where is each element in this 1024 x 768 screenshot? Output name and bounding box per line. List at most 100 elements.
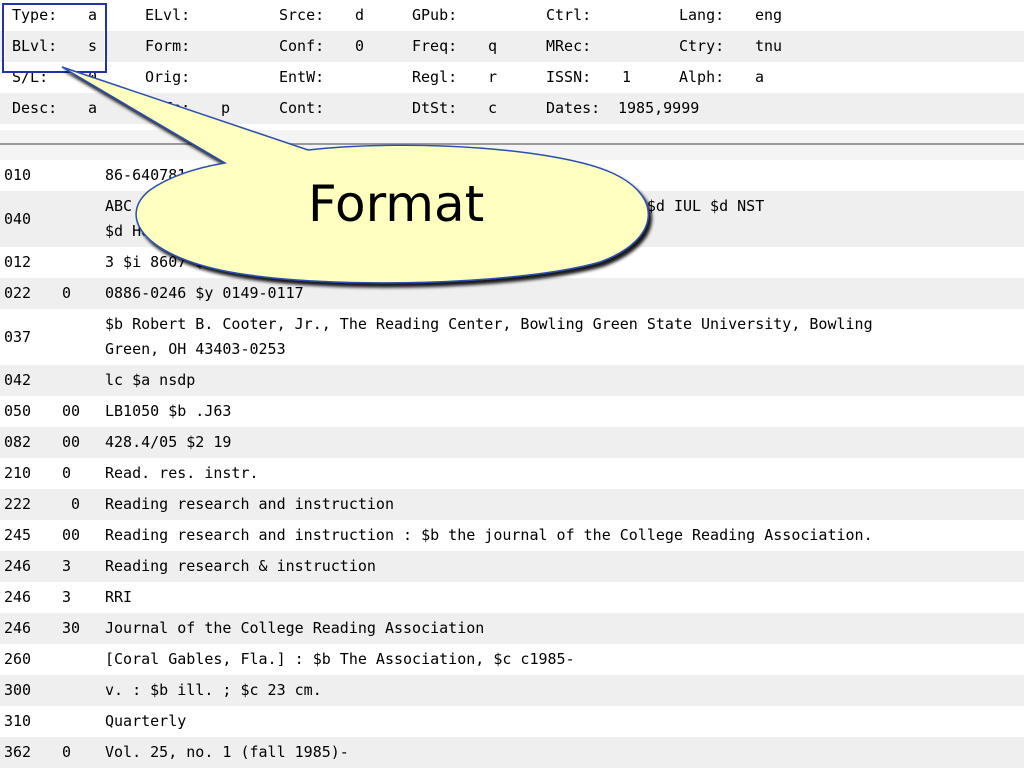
field-indicators[interactable]: 00	[62, 520, 80, 551]
fixed-field-row: BLvl: s Form: Conf: 0 Freq: q MRec: Ctry: tnu	[0, 31, 1024, 62]
field-tag: 222	[4, 495, 32, 513]
field-tag: 010	[4, 166, 32, 184]
fixed-field-label: Dates:	[546, 99, 601, 117]
field-tag: 246	[4, 619, 32, 637]
variable-field-row[interactable]: 222 0 Reading research and instruction	[0, 489, 1024, 520]
fixed-field-value[interactable]: tnu	[755, 31, 782, 62]
fixed-field-label: Orig:	[145, 68, 191, 86]
field-data[interactable]: $b Robert B. Cooter, Jr., The Reading Ce…	[105, 309, 1024, 362]
fixed-field-label: Regl:	[412, 68, 458, 86]
fixed-field-label: Alph:	[679, 68, 725, 86]
fixed-field-value[interactable]: q	[488, 31, 497, 62]
field-data[interactable]: Quarterly	[105, 706, 1024, 737]
variable-field-row[interactable]: 042 lc $a nsdp	[0, 365, 1024, 396]
fixed-field-value[interactable]: p	[221, 93, 230, 124]
field-data[interactable]: Reading research & instruction	[105, 551, 1024, 582]
variable-field-row[interactable]: 082 00 428.4/05 $2 19	[0, 427, 1024, 458]
fixed-field-label: Ctrl:	[546, 6, 592, 24]
fixed-field-label: SrTp:	[145, 99, 191, 117]
field-tag: 037	[4, 328, 32, 346]
fixed-field-label: MRec:	[546, 37, 592, 55]
type-blvl-highlight-box	[2, 3, 107, 73]
field-data[interactable]: 428.4/05 $2 19	[105, 427, 1024, 458]
fixed-field-label: Srce:	[279, 6, 325, 24]
fixed-field-label: GPub:	[412, 6, 458, 24]
field-indicators[interactable]: 3	[62, 582, 80, 613]
field-tag: 246	[4, 588, 32, 606]
field-data[interactable]: RRI	[105, 582, 1024, 613]
variable-field-row[interactable]: 246 3 Reading research & instruction	[0, 551, 1024, 582]
fixed-field-label: Ctry:	[679, 37, 725, 55]
field-data[interactable]: Read. res. instr.	[105, 458, 1024, 489]
variable-field-row[interactable]: 010 86-640781 $z sn 84-1234	[0, 160, 1024, 191]
field-tag: 012	[4, 253, 32, 271]
field-tag: 260	[4, 650, 32, 668]
field-indicators[interactable]: 00	[62, 396, 80, 427]
field-data[interactable]: v. : $b ill. ; $c 23 cm.	[105, 675, 1024, 706]
variable-field-row[interactable]: 260 [Coral Gables, Fla.] : $b The Associa…	[0, 644, 1024, 675]
variable-field-row[interactable]: 246 30 Journal of the College Reading Asso…	[0, 613, 1024, 644]
fixed-field-area: Type: a ELvl: Srce: d GPub: Ctrl: Lang: eng BLvl:…	[0, 0, 1024, 124]
field-data[interactable]: 3 $i 8607 $k 1 $l 1	[105, 247, 1024, 278]
fixed-field-separator-band	[0, 130, 1024, 160]
field-indicators[interactable]: 0	[62, 458, 80, 489]
field-indicators[interactable]: 30	[62, 613, 80, 644]
variable-field-row[interactable]: 245 00 Reading research and instruction : …	[0, 520, 1024, 551]
fixed-field-value[interactable]: 0	[355, 31, 364, 62]
fixed-field-row: S/L: 0 Orig: EntW: Regl: r ISSN: 1 Alph: a	[0, 62, 1024, 93]
variable-field-row[interactable]: 246 3 RRI	[0, 582, 1024, 613]
callout-label: Format	[308, 175, 485, 233]
fixed-field-label: Lang:	[679, 6, 725, 24]
fixed-field-row: Type: a ELvl: Srce: d GPub: Ctrl: Lang: eng	[0, 0, 1024, 31]
variable-field-row[interactable]: 022 0 0886-0246 $y 0149-0117	[0, 278, 1024, 309]
variable-field-row[interactable]: 362 0 Vol. 25, no. 1 (fall 1985)-	[0, 737, 1024, 768]
fixed-field-value[interactable]: a	[88, 93, 97, 124]
fixed-field-label: Conf:	[279, 37, 325, 55]
fixed-field-label: DtSt:	[412, 99, 458, 117]
field-tag: 310	[4, 712, 32, 730]
field-data[interactable]: 0886-0246 $y 0149-0117	[105, 278, 1024, 309]
variable-field-row[interactable]: 040 ABC $c ABC $d NSD $d DLC $d NST $d NS…	[0, 191, 1024, 247]
fixed-field-value[interactable]: d	[355, 0, 364, 31]
fixed-field-label: Desc:	[12, 99, 58, 117]
fixed-field-value[interactable]: eng	[755, 0, 782, 31]
field-indicators[interactable]: 0	[62, 278, 80, 309]
variable-field-row[interactable]: 210 0 Read. res. instr.	[0, 458, 1024, 489]
field-indicators[interactable]: 0	[62, 737, 80, 768]
fixed-field-label: Form:	[145, 37, 191, 55]
field-data[interactable]: Reading research and instruction	[105, 489, 1024, 520]
variable-field-row[interactable]: 012 3 $i 8607 $k 1 $l 1	[0, 247, 1024, 278]
fixed-field-value[interactable]: 1	[622, 62, 631, 93]
field-data[interactable]: lc $a nsdp	[105, 365, 1024, 396]
field-indicators[interactable]: 3	[62, 551, 80, 582]
field-data[interactable]: LB1050 $b .J63	[105, 396, 1024, 427]
field-tag: 300	[4, 681, 32, 699]
fixed-field-value[interactable]: a	[755, 62, 764, 93]
fixed-field-row: Desc: a SrTp: p Cont: DtSt: c Dates: 1985,9999	[0, 93, 1024, 124]
field-tag: 050	[4, 402, 32, 420]
variable-field-row[interactable]: 037 $b Robert B. Cooter, Jr., The Reading…	[0, 309, 1024, 365]
fixed-field-label: ISSN:	[546, 68, 592, 86]
field-indicators[interactable]: 00	[62, 427, 80, 458]
field-data[interactable]: Vol. 25, no. 1 (fall 1985)-	[105, 737, 1024, 768]
field-data[interactable]: Journal of the College Reading Associati…	[105, 613, 1024, 644]
field-data[interactable]: Reading research and instruction : $b th…	[105, 520, 1024, 551]
variable-field-row[interactable]: 050 00 LB1050 $b .J63	[0, 396, 1024, 427]
field-data[interactable]: 86-640781 $z sn 84-1234	[105, 160, 1024, 191]
variable-field-row[interactable]: 310 Quarterly	[0, 706, 1024, 737]
field-indicators[interactable]: 0	[62, 489, 80, 520]
field-data[interactable]: [Coral Gables, Fla.] : $b The Associatio…	[105, 644, 1024, 675]
variable-field-row[interactable]: 300 v. : $b ill. ; $c 23 cm.	[0, 675, 1024, 706]
fixed-field-label: ELvl:	[145, 6, 191, 24]
field-tag: 022	[4, 284, 32, 302]
fixed-field-value[interactable]: 1985,9999	[618, 93, 699, 124]
field-tag: 210	[4, 464, 32, 482]
field-tag: 246	[4, 557, 32, 575]
field-data[interactable]: ABC $c ABC $d NSD $d DLC $d NST $d NSD $…	[105, 191, 1024, 244]
fixed-field-value[interactable]: c	[488, 93, 497, 124]
field-tag: 245	[4, 526, 32, 544]
fixed-field-label: Freq:	[412, 37, 458, 55]
field-tag: 362	[4, 743, 32, 761]
fixed-field-value[interactable]: r	[488, 62, 497, 93]
variable-fields-list: 010 86-640781 $z sn 84-1234 040 ABC $c ABC …	[0, 160, 1024, 768]
